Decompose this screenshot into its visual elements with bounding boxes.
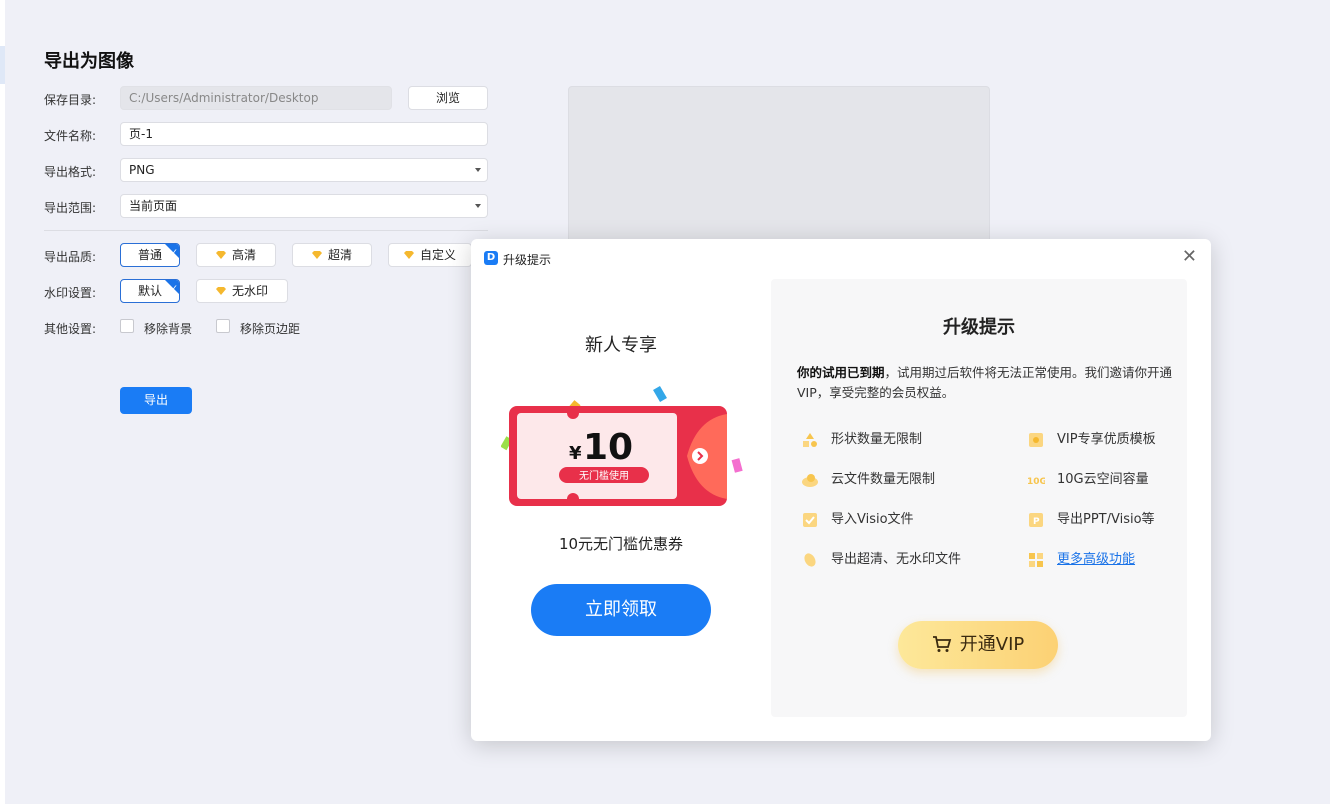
save-dir-label: 保存目录:	[44, 93, 97, 107]
quality-option-normal[interactable]: 普通 ✓	[120, 243, 180, 267]
check-icon: ✓	[170, 284, 178, 294]
watermark-option-default[interactable]: 默认 ✓	[120, 279, 180, 303]
coupon-currency: ¥	[569, 443, 582, 464]
save-dir-field: C:/Users/Administrator/Desktop	[120, 86, 392, 110]
file-name-input[interactable]: 页-1	[120, 122, 488, 146]
svg-text:P: P	[1033, 517, 1040, 527]
quality-option-label: 超清	[327, 248, 352, 262]
watermark-option-label: 无水印	[231, 284, 268, 298]
watermark-label: 水印设置:	[44, 286, 97, 300]
open-vip-label: 开通VIP	[959, 634, 1025, 655]
open-vip-button[interactable]: 开通VIP	[898, 621, 1058, 669]
upgrade-description: 你的试用已到期，试用期过后软件将无法正常使用。我们邀请你开通VIP，享受完整的会…	[797, 363, 1177, 403]
feature-text: 形状数量无限制	[831, 432, 923, 447]
trial-expired-text: 你的试用已到期	[797, 365, 885, 380]
watermark-option-none[interactable]: 无水印	[196, 279, 288, 303]
cloud-icon	[802, 474, 818, 487]
more-features-link[interactable]: 更多高级功能	[1057, 551, 1135, 569]
watermark-option-label: 默认	[137, 284, 162, 298]
app-logo-icon: D	[484, 251, 498, 265]
remove-background-label: 移除背景	[144, 322, 193, 336]
coupon-notch	[567, 407, 579, 419]
remove-margin-checkbox[interactable]	[216, 319, 230, 333]
confetti	[731, 458, 743, 473]
cart-icon	[932, 636, 951, 652]
file-name-label: 文件名称:	[44, 129, 97, 143]
visio-import-icon	[803, 513, 817, 527]
new-user-heading: 新人专享	[585, 335, 657, 356]
upgrade-panel: 升级提示 你的试用已到期，试用期过后软件将无法正常使用。我们邀请你开通VIP，享…	[771, 279, 1187, 717]
export-button[interactable]: 导出	[120, 387, 192, 414]
coupon[interactable]: ¥ 10 无门槛使用	[500, 379, 751, 519]
coupon-notch	[567, 493, 579, 505]
feature-text: 10G云空间容量	[1057, 472, 1149, 487]
shapes-icon	[803, 433, 817, 447]
diamond-icon	[215, 287, 226, 295]
vip-template-icon	[1029, 433, 1043, 447]
feature-text: 导入Visio文件	[831, 512, 914, 527]
quality-option-custom[interactable]: 自定义	[388, 243, 472, 267]
check-icon: ✓	[170, 248, 178, 258]
quality-label: 导出品质:	[44, 250, 97, 264]
range-select[interactable]: 当前页面	[120, 194, 488, 218]
diamond-icon	[311, 251, 322, 259]
format-label: 导出格式:	[44, 165, 97, 179]
range-label: 导出范围:	[44, 201, 97, 215]
section-divider	[44, 230, 488, 231]
feature-text: 导出超清、无水印文件	[831, 552, 962, 567]
coupon-amount: 10	[583, 427, 633, 468]
coupon-graphic: ¥ 10 无门槛使用	[500, 385, 743, 506]
upgrade-modal: D 升级提示 ✕ 新人专享 ¥ 10 无门槛使用 10元无门槛优惠券 立即领取	[471, 239, 1211, 741]
diamond-icon	[403, 251, 414, 259]
format-value: PNG	[129, 163, 155, 177]
coupon-tag: 无门槛使用	[579, 469, 629, 482]
other-label: 其他设置:	[44, 322, 97, 336]
claim-button[interactable]: 立即领取	[531, 584, 711, 636]
confetti	[653, 385, 667, 403]
left-edge-strip	[0, 0, 5, 804]
remove-margin-label: 移除页边距	[240, 322, 301, 336]
hd-export-icon	[804, 553, 816, 567]
remove-background-checkbox[interactable]	[120, 319, 134, 333]
quality-option-label: 自定义	[419, 248, 456, 262]
upgrade-heading: 升级提示	[943, 317, 1015, 338]
storage-10g-icon: 10G	[1027, 477, 1045, 487]
chevron-down-icon	[475, 168, 481, 172]
feature-text: 导出PPT/Visio等	[1057, 512, 1155, 527]
arrow-circle-icon	[692, 448, 708, 464]
page-title: 导出为图像	[44, 51, 134, 72]
modal-title: 升级提示	[503, 253, 552, 267]
chevron-down-icon	[475, 204, 481, 208]
ppt-export-icon: P	[1029, 513, 1043, 527]
range-value: 当前页面	[129, 199, 178, 213]
left-edge-indicator	[0, 46, 5, 84]
diamond-icon	[215, 251, 226, 259]
svg-text:10G: 10G	[1027, 477, 1045, 487]
browse-button[interactable]: 浏览	[408, 86, 488, 110]
quality-option-label: 高清	[231, 248, 256, 262]
coupon-description: 10元无门槛优惠券	[558, 535, 684, 553]
more-features-icon	[1029, 553, 1043, 567]
quality-option-uhd[interactable]: 超清	[292, 243, 372, 267]
feature-text: VIP专享优质模板	[1057, 432, 1156, 447]
format-select[interactable]: PNG	[120, 158, 488, 182]
close-icon[interactable]: ✕	[1182, 247, 1197, 267]
feature-text: 云文件数量无限制	[831, 472, 936, 487]
quality-option-hd[interactable]: 高清	[196, 243, 276, 267]
quality-option-label: 普通	[137, 248, 162, 262]
